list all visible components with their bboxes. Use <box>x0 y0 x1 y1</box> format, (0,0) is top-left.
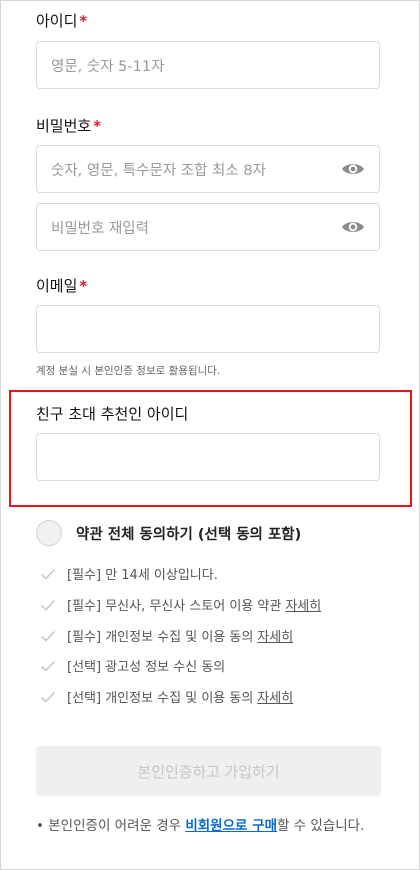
check-icon <box>40 691 56 703</box>
bullet: • <box>36 818 44 834</box>
term-detail-link[interactable]: 자세히 <box>285 595 321 614</box>
term-detail-link[interactable]: 자세히 <box>257 626 293 645</box>
agree-all-row[interactable]: 약관 전체 동의하기 (선택 동의 포함) <box>36 520 301 546</box>
required-mark: * <box>93 117 102 135</box>
password-placeholder: 숫자, 영문, 특수문자 조합 최소 8자 <box>51 162 266 179</box>
guest-purchase-note: • 본인인증이 어려운 경우 비회원으로 구매할 수 있습니다. <box>36 815 381 837</box>
email-input[interactable] <box>36 305 380 353</box>
referral-input[interactable] <box>36 433 380 481</box>
term-item[interactable]: [필수] 무신사, 무신사 스토어 이용 약관 자세히 <box>40 595 321 614</box>
password-confirm-placeholder: 비밀번호 재입력 <box>51 220 149 237</box>
id-placeholder: 영문, 숫자 5-11자 <box>51 58 165 75</box>
id-label: 아이디 * <box>36 12 88 30</box>
password-label: 비밀번호 * <box>36 117 102 135</box>
term-detail-link[interactable]: 자세히 <box>257 687 293 706</box>
eye-icon[interactable] <box>341 161 365 177</box>
email-label: 이메일 * <box>36 277 88 295</box>
email-hint: 계정 분실 시 본인인증 정보로 활용됩니다. <box>36 365 221 377</box>
term-label: [필수] 무신사, 무신사 스토어 이용 약관 <box>67 599 282 614</box>
agree-all-checkbox[interactable] <box>36 520 62 546</box>
id-input[interactable]: 영문, 숫자 5-11자 <box>36 41 380 89</box>
term-item[interactable]: [필수] 개인정보 수집 및 이용 동의 자세히 <box>40 626 293 645</box>
term-label: [필수] 개인정보 수집 및 이용 동의 <box>67 630 254 645</box>
term-label: [필수] 만 14세 이상입니다. <box>67 568 218 583</box>
check-icon <box>40 568 56 580</box>
note-suffix: 할 수 있습니다. <box>276 818 365 834</box>
term-item[interactable]: [선택] 광고성 정보 수신 동의 <box>40 656 225 675</box>
signup-button[interactable]: 본인인증하고 가입하기 <box>36 746 381 796</box>
eye-icon[interactable] <box>341 219 365 235</box>
term-item[interactable]: [선택] 개인정보 수집 및 이용 동의 자세히 <box>40 687 293 706</box>
referral-label: 친구 초대 추천인 아이디 <box>36 405 189 423</box>
password-input[interactable]: 숫자, 영문, 특수문자 조합 최소 8자 <box>36 145 380 193</box>
guest-purchase-link[interactable]: 비회원으로 구매 <box>185 818 277 834</box>
required-mark: * <box>79 277 88 295</box>
required-mark: * <box>79 12 88 30</box>
check-icon <box>40 599 56 611</box>
password-confirm-input[interactable]: 비밀번호 재입력 <box>36 203 380 251</box>
check-icon <box>40 630 56 642</box>
agree-all-label: 약관 전체 동의하기 (선택 동의 포함) <box>76 526 302 543</box>
term-label: [선택] 광고성 정보 수신 동의 <box>67 660 226 675</box>
note-prefix: 본인인증이 어려운 경우 <box>48 818 186 834</box>
check-icon <box>40 660 56 672</box>
term-label: [선택] 개인정보 수집 및 이용 동의 <box>67 691 254 706</box>
term-item[interactable]: [필수] 만 14세 이상입니다. <box>40 564 218 583</box>
